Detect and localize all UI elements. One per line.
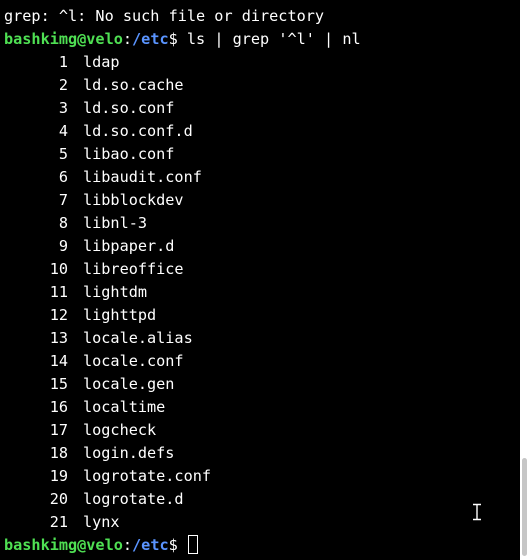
prompt-dollar: $ — [168, 30, 187, 48]
prompt-path: /etc — [132, 536, 169, 554]
active-prompt-line[interactable]: bashkimg@velo:/etc$ — [4, 534, 361, 557]
output-line: 19 logrotate.conf — [4, 465, 361, 488]
output-line: 3 ld.so.conf — [4, 97, 361, 120]
line-number: 9 — [58, 237, 68, 255]
line-number: 18 — [49, 444, 68, 462]
prompt-user-host: bashkimg@velo — [4, 30, 123, 48]
file-name: localtime — [83, 398, 166, 416]
line-number: 12 — [49, 306, 68, 324]
file-name: login.defs — [83, 444, 175, 462]
prompt-command: ls | grep '^l' | nl — [186, 30, 361, 48]
output-line: 17 logcheck — [4, 419, 361, 442]
output-line: 7 libblockdev — [4, 189, 361, 212]
line-number: 7 — [58, 191, 68, 209]
file-name: libnl-3 — [83, 214, 148, 232]
ibeam-cursor-icon — [473, 503, 481, 521]
file-name: ld.so.cache — [83, 76, 184, 94]
output-line: 4 ld.so.conf.d — [4, 120, 361, 143]
file-name: ldap — [83, 53, 120, 71]
output-line: 1 ldap — [4, 51, 361, 74]
output-line: 9 libpaper.d — [4, 235, 361, 258]
scrollbar-thumb[interactable] — [522, 458, 527, 556]
terminal-viewport[interactable]: grep: ^l: No such file or directory bash… — [0, 0, 520, 560]
prompt-user-host: bashkimg@velo — [4, 536, 123, 554]
file-name: logcheck — [83, 421, 157, 439]
line-number: 2 — [58, 76, 68, 94]
line-number: 19 — [49, 467, 68, 485]
output-line: 10 libreoffice — [4, 258, 361, 281]
output-line: 18 login.defs — [4, 442, 361, 465]
scrollbar[interactable] — [520, 0, 530, 560]
line-number: 21 — [49, 513, 68, 531]
output-line: 16 localtime — [4, 396, 361, 419]
line-number: 11 — [49, 283, 68, 301]
prompt-dollar: $ — [168, 536, 187, 554]
file-name: libpaper.d — [83, 237, 175, 255]
line-number: 17 — [49, 421, 68, 439]
file-name: ld.so.conf — [83, 99, 175, 117]
output-line: 14 locale.conf — [4, 350, 361, 373]
file-name: libblockdev — [83, 191, 184, 209]
line-number: 15 — [49, 375, 68, 393]
output-line: 21 lynx — [4, 511, 361, 534]
text-cursor — [187, 535, 198, 554]
line-number: 3 — [58, 99, 68, 117]
file-name: logrotate.conf — [83, 467, 212, 485]
line-number: 10 — [49, 260, 68, 278]
line-number: 6 — [58, 168, 68, 186]
command-output: 1 ldap 2 ld.so.cache 3 ld.so.conf 4 ld.so.conf.… — [4, 51, 361, 534]
output-line: 6 libaudit.conf — [4, 166, 361, 189]
file-name: libao.conf — [83, 145, 175, 163]
file-name: locale.alias — [83, 329, 193, 347]
file-name: locale.gen — [83, 375, 175, 393]
file-name: libreoffice — [83, 260, 184, 278]
terminal-lines: grep: ^l: No such file or directory bash… — [4, 5, 361, 557]
prompt-path: /etc — [132, 30, 169, 48]
output-line: 13 locale.alias — [4, 327, 361, 350]
error-line: grep: ^l: No such file or directory — [4, 7, 325, 25]
output-line: 15 locale.gen — [4, 373, 361, 396]
file-name: locale.conf — [83, 352, 184, 370]
file-name: libaudit.conf — [83, 168, 202, 186]
line-number: 8 — [58, 214, 68, 232]
output-line: 2 ld.so.cache — [4, 74, 361, 97]
file-name: logrotate.d — [83, 490, 184, 508]
file-name: lighttpd — [83, 306, 157, 324]
line-number: 5 — [58, 145, 68, 163]
line-number: 20 — [49, 490, 68, 508]
output-line: 20 logrotate.d — [4, 488, 361, 511]
file-name: lightdm — [83, 283, 148, 301]
line-number: 4 — [58, 122, 68, 140]
output-line: 12 lighttpd — [4, 304, 361, 327]
prompt-separator: : — [122, 30, 133, 48]
command-prompt-line: bashkimg@velo:/etc$ ls | grep '^l' | nl — [4, 28, 361, 51]
line-number: 1 — [58, 53, 68, 71]
prompt-separator: : — [122, 536, 133, 554]
line-number: 16 — [49, 398, 68, 416]
output-line: 5 libao.conf — [4, 143, 361, 166]
output-line: 8 libnl-3 — [4, 212, 361, 235]
output-line: 11 lightdm — [4, 281, 361, 304]
file-name: lynx — [83, 513, 120, 531]
line-number: 13 — [49, 329, 68, 347]
file-name: ld.so.conf.d — [83, 122, 193, 140]
line-number: 14 — [49, 352, 68, 370]
